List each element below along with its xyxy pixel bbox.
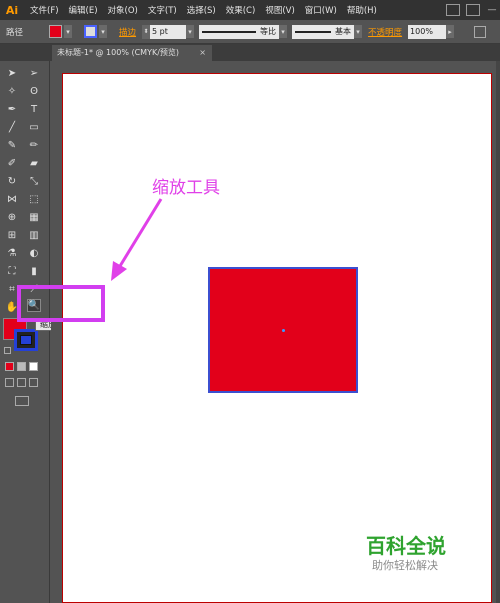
menu-bar: Ai 文件(F) 编辑(E) 对象(O) 文字(T) 选择(S) 效果(C) 视…: [0, 0, 500, 20]
direct-selection-icon[interactable]: ➢: [27, 67, 41, 80]
profile-line-icon: [202, 30, 257, 33]
profile-dropdown-icon[interactable]: ▾: [279, 25, 288, 38]
gradient-icon[interactable]: ▥: [27, 229, 41, 242]
rectangle-icon[interactable]: ▭: [27, 121, 41, 134]
artboard[interactable]: [62, 73, 492, 603]
tab-row: 未标题-1* @ 100% (CMYK/预览) ×: [0, 44, 500, 61]
stroke-dropdown-icon[interactable]: ▾: [99, 25, 108, 38]
blend-icon[interactable]: ◐: [27, 247, 41, 260]
bridge-icon[interactable]: [446, 4, 460, 16]
menu-object[interactable]: 对象(O): [108, 4, 138, 16]
eyedropper-icon[interactable]: ⚗: [5, 247, 19, 260]
paintbrush-icon[interactable]: ✎: [5, 139, 19, 152]
control-bar: 路径 ▾ ▾ 描边 ⬍ 5 pt ▾ 等比 ▾ 基本 ▾ 不透明度 100% ▸: [0, 20, 500, 44]
menu-view[interactable]: 视图(V): [265, 4, 294, 16]
pen-icon[interactable]: ✒: [5, 103, 19, 116]
canvas-area[interactable]: [51, 61, 500, 603]
document-tab[interactable]: 未标题-1* @ 100% (CMYK/预览) ×: [52, 45, 212, 61]
eraser-icon[interactable]: ▰: [27, 157, 41, 170]
annotation-highlight-box: [17, 285, 105, 322]
magic-wand-icon[interactable]: ✧: [5, 85, 19, 98]
fill-swatch[interactable]: [49, 25, 63, 38]
draw-mode-row: [5, 378, 41, 387]
color-mode-icon[interactable]: [5, 362, 14, 371]
panel-menu-icon[interactable]: [474, 25, 487, 38]
menu-help[interactable]: 帮助(H): [347, 4, 377, 16]
annotation-arrow-icon: [111, 198, 163, 281]
brush-line-icon: [295, 30, 332, 33]
variable-width-profile[interactable]: 等比: [199, 24, 280, 39]
screen-mode-row: [15, 396, 32, 406]
opacity-dropdown-icon[interactable]: ▸: [446, 25, 455, 38]
fill-dropdown-icon[interactable]: ▾: [64, 25, 73, 38]
stroke-swatch[interactable]: [84, 25, 98, 38]
menu-type[interactable]: 文字(T): [148, 4, 177, 16]
menu-right-icons: —: [440, 0, 500, 20]
center-point-icon: [282, 329, 285, 332]
brush-label: 基本: [335, 27, 352, 36]
arrange-documents-icon[interactable]: [466, 4, 480, 16]
stroke-weight-dropdown-icon[interactable]: ▾: [186, 25, 195, 38]
draw-normal-icon[interactable]: [5, 378, 14, 387]
lasso-icon[interactable]: ʘ: [27, 85, 41, 98]
selection-icon[interactable]: ➤: [5, 67, 19, 80]
none-mode-icon[interactable]: [29, 362, 38, 371]
default-colors-row: [4, 347, 14, 354]
app-logo: Ai: [5, 3, 19, 17]
width-icon[interactable]: ⋈: [5, 193, 19, 206]
vertical-scrollbar[interactable]: [496, 61, 500, 603]
menu-file[interactable]: 文件(F): [30, 4, 59, 16]
symbol-sprayer-icon[interactable]: ⛶: [5, 265, 19, 278]
path-label: 路径: [6, 27, 24, 38]
close-icon[interactable]: ×: [199, 45, 206, 61]
brush-dropdown-icon[interactable]: ▾: [354, 25, 363, 38]
line-icon[interactable]: ╱: [5, 121, 19, 134]
scale-icon[interactable]: ⤡: [27, 175, 41, 188]
screen-mode-icon[interactable]: [15, 396, 29, 406]
watermark-title: 百科全说: [366, 534, 446, 558]
stroke-link[interactable]: 描边: [119, 26, 136, 38]
color-mode-row: [5, 362, 41, 371]
minimize-icon[interactable]: —: [484, 3, 500, 17]
draw-inside-icon[interactable]: [29, 378, 38, 387]
menu-select[interactable]: 选择(S): [187, 4, 216, 16]
mesh-icon[interactable]: ⊞: [5, 229, 19, 242]
blob-brush-icon[interactable]: ✐: [5, 157, 19, 170]
profile-label: 等比: [260, 27, 277, 36]
pencil-icon[interactable]: ✏: [27, 139, 41, 152]
menu-edit[interactable]: 编辑(E): [69, 4, 98, 16]
watermark-subtitle: 助你轻松解决: [372, 559, 438, 572]
column-graph-icon[interactable]: ▮: [27, 265, 41, 278]
type-icon[interactable]: T: [27, 103, 41, 116]
menu-window[interactable]: 窗口(W): [305, 4, 337, 16]
stroke-color-inner: [20, 335, 32, 345]
stroke-spinner-icon[interactable]: ⬍: [142, 24, 151, 39]
draw-behind-icon[interactable]: [17, 378, 26, 387]
opacity-link[interactable]: 不透明度: [368, 26, 402, 38]
stroke-color-box[interactable]: [14, 329, 38, 351]
perspective-icon[interactable]: ▦: [27, 211, 41, 224]
default-colors-icon[interactable]: [4, 347, 11, 354]
gradient-mode-icon[interactable]: [17, 362, 26, 371]
menu-items: 文件(F) 编辑(E) 对象(O) 文字(T) 选择(S) 效果(C) 视图(V…: [30, 4, 387, 16]
tools-panel: ➤ ➢ ✧ ʘ ✒ T ╱ ▭ ✎ ✏ ✐ ▰ ↻ ⤡ ⋈ ⬚ ⊕ ▦ ⊞ ▥ …: [0, 61, 92, 603]
shape-builder-icon[interactable]: ⊕: [5, 211, 19, 224]
rotate-icon[interactable]: ↻: [5, 175, 19, 188]
brush-definition[interactable]: 基本: [292, 24, 355, 39]
stroke-weight-input[interactable]: 5 pt: [150, 24, 187, 39]
free-transform-icon[interactable]: ⬚: [27, 193, 41, 206]
red-rectangle-shape[interactable]: [208, 267, 358, 393]
menu-effect[interactable]: 效果(C): [226, 4, 256, 16]
document-tab-title: 未标题-1* @ 100% (CMYK/预览): [57, 48, 180, 57]
opacity-input[interactable]: 100%: [408, 24, 447, 39]
